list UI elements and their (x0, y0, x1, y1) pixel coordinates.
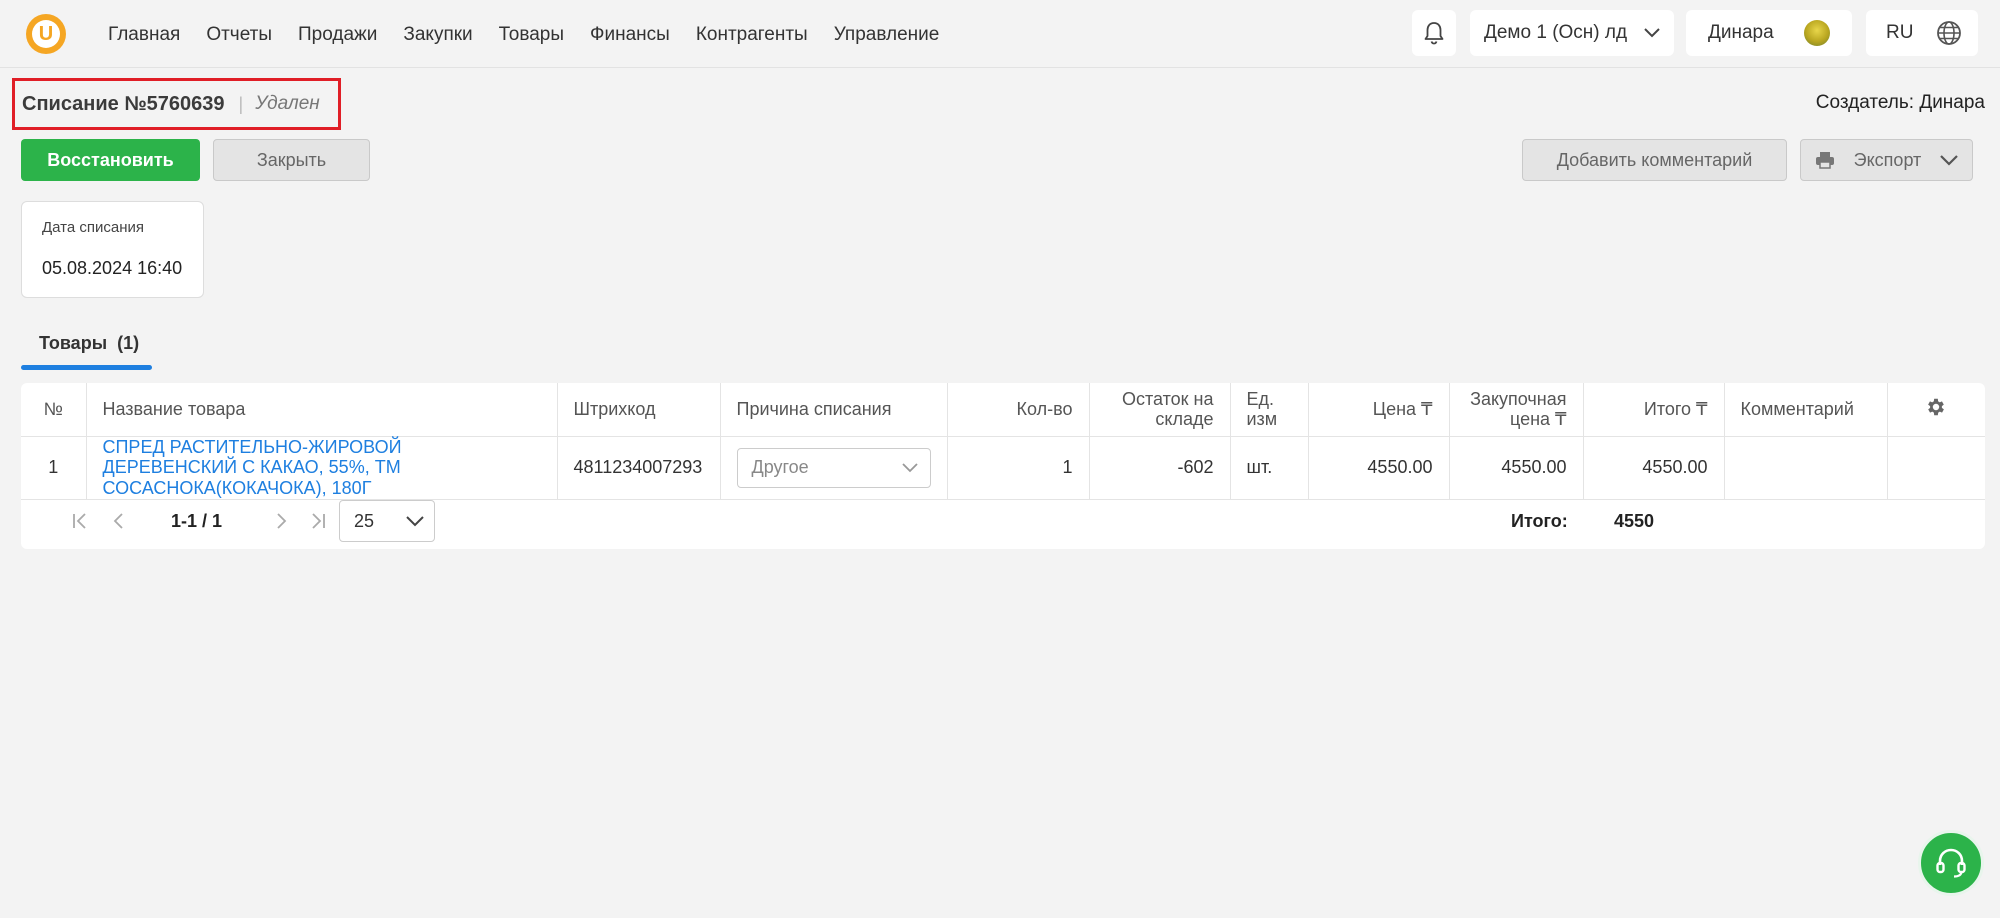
cell-name: СПРЕД РАСТИТЕЛЬНО-ЖИРОВОЙ ДЕРЕВЕНСКИЙ С … (86, 436, 558, 500)
chevron-down-icon (406, 515, 424, 526)
globe-icon (1937, 21, 1961, 45)
user-menu[interactable]: Динара (1686, 10, 1852, 56)
export-label: Экспорт (1853, 149, 1922, 170)
writeoff-date-card: Дата списания 05.08.2024 16:40 (21, 201, 204, 298)
avatar (1804, 20, 1830, 46)
reason-value: Другое (751, 457, 809, 478)
goods-table: № Название товара Штрихкод Причина списа… (21, 383, 1985, 500)
chevron-down-icon (1940, 154, 1958, 166)
restore-button[interactable]: Восстановить (21, 139, 200, 181)
cell-unit: шт. (1230, 436, 1309, 500)
status-badge: Удален (255, 93, 320, 114)
language-code: RU (1886, 22, 1914, 43)
pagination-bar: 1-1 / 1 25 Итого: 4550 (21, 493, 1985, 549)
cell-reason: Другое (720, 436, 948, 500)
first-page-icon[interactable] (70, 511, 90, 531)
language-selector[interactable]: RU (1866, 10, 1978, 56)
table-header-row: № Название товара Штрихкод Причина списа… (21, 383, 1985, 437)
last-page-icon[interactable] (308, 511, 328, 531)
nav-item-counterparties[interactable]: Контрагенты (696, 24, 808, 46)
prev-page-icon[interactable] (109, 511, 129, 531)
headset-icon (1936, 848, 1966, 878)
col-header-price[interactable]: Цена ₸ (1308, 383, 1450, 437)
page-size-value: 25 (354, 510, 375, 531)
col-header-stock[interactable]: Остаток на складе (1089, 383, 1231, 437)
page-range: 1-1 / 1 (171, 511, 223, 531)
writeoff-reason-select[interactable]: Другое (736, 447, 931, 488)
gear-icon (1928, 398, 1945, 416)
col-header-purchase-price[interactable]: Закупочная цена ₸ (1449, 383, 1584, 437)
notifications-button[interactable] (1412, 10, 1456, 56)
total-value: 4550 (1614, 511, 1655, 531)
cell-qty: 1 (947, 436, 1090, 500)
col-header-qty[interactable]: Кол-во (947, 383, 1090, 437)
page-size-select[interactable]: 25 (339, 500, 435, 542)
chevron-down-icon (901, 462, 918, 472)
next-page-icon[interactable] (271, 511, 291, 531)
nav-item-goods[interactable]: Товары (499, 24, 564, 46)
export-button[interactable]: Экспорт (1800, 139, 1973, 181)
cell-barcode: 4811234007293 (557, 436, 721, 500)
user-name: Динара (1708, 22, 1774, 43)
product-link[interactable]: СПРЕД РАСТИТЕЛЬНО-ЖИРОВОЙ ДЕРЕВЕНСКИЙ С … (103, 437, 541, 499)
cell-total: 4550.00 (1583, 436, 1725, 500)
nav-item-purchases[interactable]: Закупки (403, 24, 472, 46)
creator-label: Создатель: Динара (1815, 92, 1985, 113)
goods-table-card: № Название товара Штрихкод Причина списа… (21, 383, 1985, 549)
top-navigation-bar: U Главная Отчеты Продажи Закупки Товары … (0, 0, 2000, 68)
main-nav: Главная Отчеты Продажи Закупки Товары Фи… (108, 24, 939, 46)
date-value: 05.08.2024 16:40 (42, 258, 183, 278)
col-header-unit[interactable]: Ед. изм (1230, 383, 1309, 437)
close-button[interactable]: Закрыть (213, 139, 370, 181)
cell-num: 1 (21, 436, 87, 500)
active-tab-indicator (21, 365, 152, 370)
col-header-barcode[interactable]: Штрихкод (557, 383, 721, 437)
add-comment-button[interactable]: Добавить комментарий (1522, 139, 1787, 181)
bell-icon (1424, 22, 1444, 45)
nav-item-finance[interactable]: Финансы (590, 24, 670, 46)
chevron-down-icon (1644, 28, 1660, 38)
cell-purchase-price: 4550.00 (1449, 436, 1584, 500)
nav-item-home[interactable]: Главная (108, 24, 180, 46)
tab-goods-count: (1) (117, 333, 140, 353)
organization-selector[interactable]: Демо 1 (Осн) лд (1470, 10, 1674, 56)
column-settings-button[interactable] (1887, 383, 1985, 437)
cell-comment (1724, 436, 1888, 500)
col-header-name[interactable]: Название товара (86, 383, 558, 437)
page-title: Списание №5760639 (22, 92, 225, 115)
printer-icon (1816, 152, 1834, 169)
col-header-reason[interactable]: Причина списания (720, 383, 948, 437)
cell-price: 4550.00 (1308, 436, 1450, 500)
organization-name: Демо 1 (Осн) лд (1484, 22, 1628, 43)
title-divider: | (238, 93, 244, 114)
col-header-comment[interactable]: Комментарий (1724, 383, 1888, 437)
nav-item-management[interactable]: Управление (834, 24, 940, 46)
col-header-num: № (21, 383, 87, 437)
col-header-total[interactable]: Итого ₸ (1583, 383, 1725, 437)
cell-actions (1887, 436, 1985, 500)
total-label: Итого: (1511, 511, 1568, 531)
nav-item-reports[interactable]: Отчеты (206, 24, 272, 46)
document-header: Списание №5760639 | Удален (12, 78, 341, 130)
support-chat-button[interactable] (1918, 830, 1984, 896)
date-label: Дата списания (42, 219, 145, 236)
nav-item-sales[interactable]: Продажи (298, 24, 377, 46)
table-row: 1 СПРЕД РАСТИТЕЛЬНО-ЖИРОВОЙ ДЕРЕВЕНСКИЙ … (21, 436, 1985, 500)
app-logo[interactable]: U (26, 14, 66, 54)
logo-mark: U (32, 20, 60, 48)
cell-stock: -602 (1089, 436, 1231, 500)
tab-goods-label: Товары (39, 333, 108, 353)
